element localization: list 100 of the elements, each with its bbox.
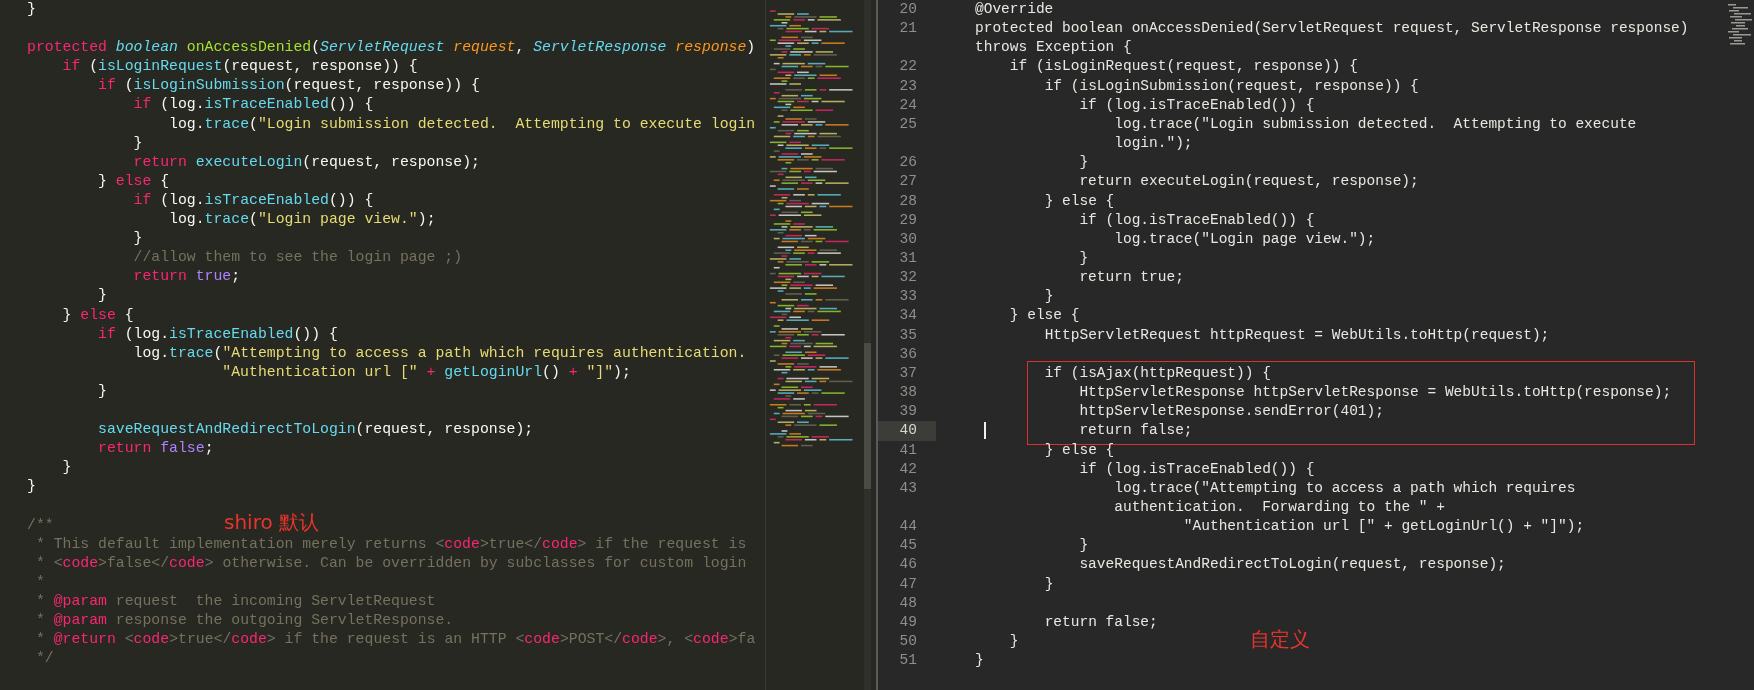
code-line: if (isLoginSubmission(request, response)) {: [98, 77, 480, 94]
code-line: }: [133, 134, 143, 151]
line-number: 42: [898, 459, 918, 479]
code-line: if (log.isTraceEnabled()) {: [1079, 211, 1315, 228]
code-line: log.trace("Attempting to access a path which requires: [1114, 479, 1576, 496]
line-number: 29: [898, 210, 918, 230]
code-line: if (log.isTraceEnabled()) {: [1079, 96, 1315, 113]
code-line: return false;: [98, 440, 214, 457]
code-line: //allow them to see the login page ;): [133, 249, 463, 266]
line-number: 36: [898, 344, 918, 364]
line-number: 22: [898, 57, 918, 77]
code-line: httpServletResponse.sendError(401);: [1079, 403, 1384, 420]
code-line: }: [1009, 633, 1019, 650]
line-number: 44: [898, 517, 918, 537]
code-line: }: [62, 459, 72, 476]
minimap-drawing[interactable]: [1728, 4, 1752, 45]
code-line: }: [1079, 154, 1089, 171]
line-number: 46: [898, 555, 918, 575]
code-line: */: [35, 650, 54, 667]
line-number: 47: [898, 574, 918, 594]
code-line: }: [27, 478, 36, 495]
code-line: }: [1044, 575, 1054, 592]
code-line: authentication. Forwarding to the " +: [1114, 499, 1445, 515]
code-line: protected boolean onAccessDenied(ServletRequest request, ServletResponse response): [975, 20, 1689, 37]
code-line: return true;: [133, 268, 241, 285]
code-line: "Authentication url [" + getLoginUrl() + "]");: [1183, 518, 1585, 535]
line-number: 35: [898, 325, 918, 345]
line-number: 50: [898, 632, 918, 652]
code-line: protected boolean onAccessDenied(ServletRequest request, ServletResponse response): [27, 39, 756, 56]
code-line: }: [27, 1, 36, 17]
code-line: }: [1044, 288, 1054, 305]
scrollbar-thumb[interactable]: [864, 343, 872, 489]
text-cursor: [984, 422, 986, 440]
code-line: if (log.isTraceEnabled()) {: [133, 191, 374, 208]
line-number: 48: [898, 593, 918, 613]
code-line: return executeLogin(request, response);: [1079, 173, 1419, 190]
line-number: 34: [898, 306, 918, 326]
code-line: if (isLoginRequest(request, response)) {: [1009, 58, 1358, 75]
code-line: * @param request the incoming ServletRequest: [35, 592, 436, 609]
line-number: 32: [898, 268, 918, 288]
code-line: * <code>false</code> otherwise. Can be overridden by subclasses for custom login: [35, 554, 747, 571]
code-line: return false;: [1079, 422, 1193, 439]
minimap-drawing[interactable]: [769, 10, 853, 447]
code-line: } else {: [62, 306, 134, 323]
line-number: 51: [898, 651, 918, 671]
annotation-label: shiro 默认: [224, 509, 320, 536]
code-line: return false;: [1044, 613, 1158, 630]
line-number: 39: [898, 402, 918, 422]
line-number: 45: [898, 536, 918, 556]
code-line: log.trace("Login page view.");: [1114, 230, 1376, 247]
code-line: HttpServletRequest httpRequest = WebUtils.toHttp(request);: [1044, 326, 1550, 343]
line-number: 37: [898, 363, 918, 383]
code-line: return executeLogin(request, response);: [133, 153, 480, 170]
code-line: } else {: [1044, 192, 1115, 209]
line-number: 23: [898, 76, 918, 96]
line-number: 43: [898, 478, 918, 498]
line-number: 38: [898, 383, 918, 403]
line-number: 24: [898, 95, 918, 115]
code-line: @Override: [975, 1, 1054, 17]
line-number: 41: [898, 440, 918, 460]
code-line: } else {: [98, 172, 170, 189]
code-line: } else {: [1044, 441, 1115, 458]
line-number: 27: [898, 172, 918, 192]
code-line: return true;: [1079, 269, 1184, 286]
line-number: 25: [898, 114, 918, 134]
line-number: 33: [898, 287, 918, 307]
line-number: 21: [898, 19, 918, 39]
code-line: HttpServletResponse httpServletResponse = WebUtils.toHttp(response);: [1079, 384, 1672, 401]
code-line: if (isLoginSubmission(request, response)) {: [1044, 77, 1419, 94]
code-line: saveRequestAndRedirectToLogin(request, response);: [98, 421, 534, 438]
code-line: }: [98, 382, 107, 399]
code-line: log.trace("Login page view.");: [169, 211, 436, 228]
code-line: if (log.isTraceEnabled()) {: [133, 96, 374, 113]
line-number: 30: [898, 229, 918, 249]
code-line: } else {: [1009, 307, 1080, 324]
code-line: * @return <code>true</code> if the request is an HTTP <code>POST</code>, <code>fa: [35, 631, 756, 648]
code-line: * @param response the outgoing ServletResponse.: [35, 612, 454, 628]
line-number: 40: [878, 421, 936, 441]
code-line: if (isLoginRequest(request, response)) {: [62, 58, 418, 75]
code-line: *: [35, 573, 45, 590]
code-line: }: [1079, 537, 1089, 554]
code-line: * This default implementation merely returns <code>true</code> if the request is: [35, 535, 747, 552]
code-line: if (isAjax(httpRequest)) {: [1044, 364, 1271, 381]
code-line: "Authentication url [" + getLoginUrl() + "]");: [222, 363, 631, 380]
code-line: login.");: [1114, 135, 1193, 152]
line-number: 31: [898, 248, 918, 268]
line-number: 28: [898, 191, 918, 211]
code-line: }: [975, 652, 984, 669]
code-line: }: [98, 287, 107, 304]
code-line: saveRequestAndRedirectToLogin(request, response);: [1079, 556, 1506, 573]
line-number: 26: [898, 153, 918, 173]
code-line: if (log.isTraceEnabled()) {: [98, 325, 338, 342]
code-line: if (log.isTraceEnabled()) {: [1079, 460, 1315, 477]
line-number: 20: [898, 0, 918, 19]
code-line: log.trace("Login submission detected. Attempting to execute login: [169, 115, 756, 132]
annotation-label: 自定义: [1250, 626, 1310, 653]
code-line: /**: [27, 516, 54, 533]
code-line: }: [1079, 249, 1089, 266]
code-line: log.trace("Attempting to access a path which requires authentication.: [133, 344, 747, 361]
code-line: throws Exception {: [975, 39, 1132, 56]
